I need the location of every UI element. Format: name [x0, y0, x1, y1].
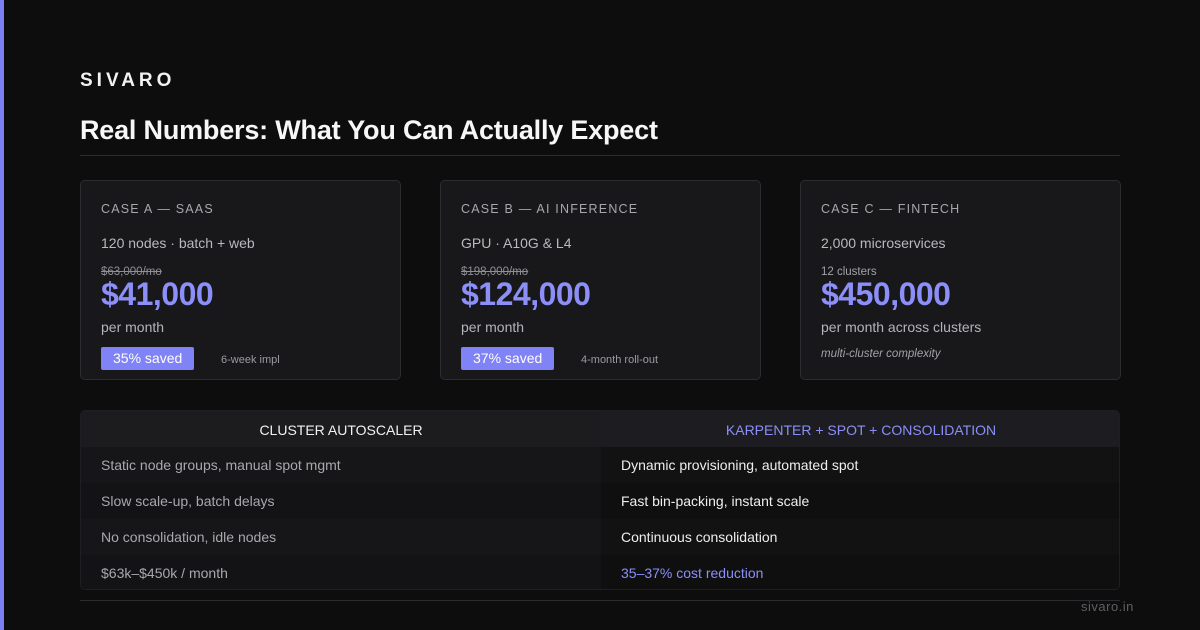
case-note: multi-cluster complexity	[821, 348, 941, 360]
savings-badge: 35% saved	[101, 347, 195, 370]
table-row: Dynamic provisioning, automated spot	[601, 447, 1119, 483]
table-row: $63k–$450k / month	[81, 555, 601, 589]
comparison-table: CLUSTER AUTOSCALER Static node groups, m…	[80, 410, 1120, 590]
comparison-column-karpenter: KARPENTER + SPOT + CONSOLIDATION Dynamic…	[601, 411, 1119, 589]
table-row: Slow scale-up, batch delays	[81, 483, 601, 519]
case-price-unit: per month across clusters	[821, 319, 982, 335]
left-accent-bar	[0, 0, 4, 630]
case-price-unit: per month	[461, 319, 525, 335]
case-price: $450,000	[821, 276, 951, 312]
case-description: 120 nodes · batch + web	[101, 235, 255, 251]
case-timeline: 6-week impl	[221, 354, 280, 366]
case-card-c: CASE C — FINTECH 2,000 microservices 12 …	[800, 180, 1121, 380]
table-row: 35–37% cost reduction	[601, 555, 1119, 589]
case-label: CASE C — FINTECH	[821, 202, 961, 216]
case-card-a: CASE A — SAAS 120 nodes · batch + web $6…	[80, 180, 401, 380]
footer-domain: sivaro.in	[1081, 599, 1134, 614]
footer-divider	[80, 600, 1120, 601]
savings-badge: 37% saved	[461, 347, 555, 370]
column-heading: CLUSTER AUTOSCALER	[81, 411, 601, 447]
column-heading: KARPENTER + SPOT + CONSOLIDATION	[601, 411, 1119, 447]
case-price: $41,000	[101, 276, 214, 312]
case-price: $124,000	[461, 276, 591, 312]
table-row: Static node groups, manual spot mgmt	[81, 447, 601, 483]
case-timeline: 4-month roll-out	[581, 354, 659, 366]
case-description: GPU · A10G & L4	[461, 235, 572, 251]
case-description: 2,000 microservices	[821, 235, 946, 251]
table-row: Continuous consolidation	[601, 519, 1119, 555]
brand-logo: SIVARO	[80, 70, 176, 91]
title-divider	[80, 155, 1120, 156]
case-price-unit: per month	[101, 319, 165, 335]
page-title: Real Numbers: What You Can Actually Expe…	[80, 115, 658, 145]
case-label: CASE B — AI INFERENCE	[461, 202, 639, 216]
case-card-b: CASE B — AI INFERENCE GPU · A10G & L4 $1…	[440, 180, 761, 380]
table-row: No consolidation, idle nodes	[81, 519, 601, 555]
table-row: Fast bin-packing, instant scale	[601, 483, 1119, 519]
comparison-column-autoscaler: CLUSTER AUTOSCALER Static node groups, m…	[81, 411, 601, 589]
case-label: CASE A — SAAS	[101, 202, 214, 216]
